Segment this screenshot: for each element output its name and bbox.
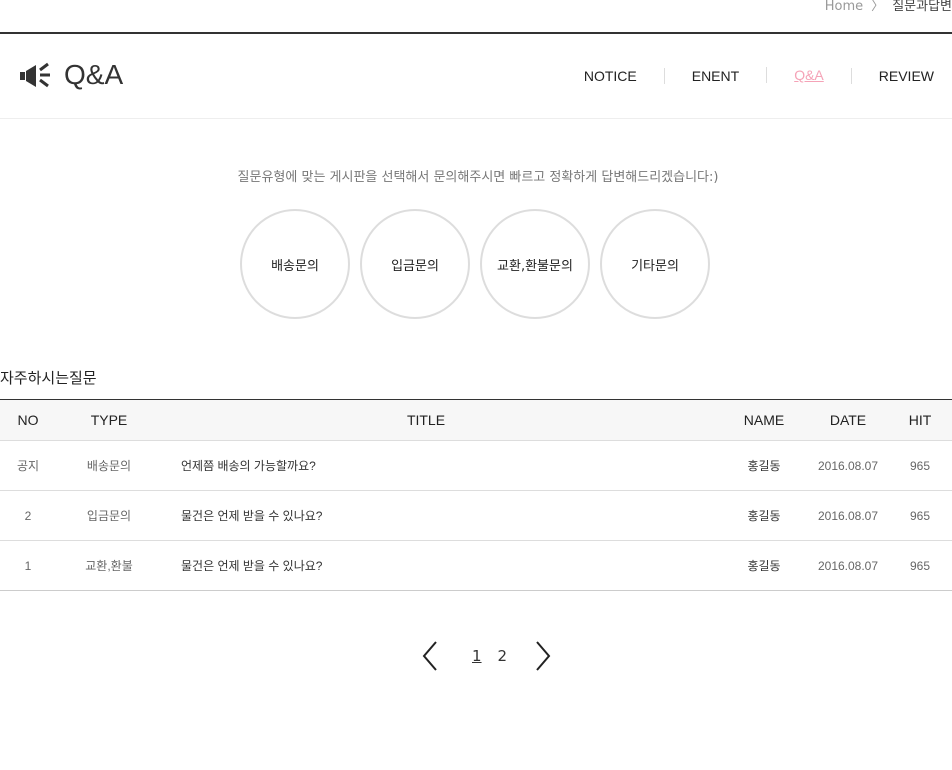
category-deposit-button[interactable]: 입금문의 — [360, 209, 470, 319]
col-hit: HIT — [908, 412, 932, 428]
col-no: NO — [17, 412, 39, 428]
faq-table: NO TYPE TITLE NAME DATE HIT 공지 배송문의 언제쯤 … — [0, 399, 952, 591]
cell-type: 교환,환불 — [85, 559, 133, 573]
cell-name: 홍길동 — [747, 559, 781, 573]
table-row[interactable]: 2 입금문의 물건은 언제 받을 수 있나요? 홍길동 2016.08.07 9… — [0, 490, 952, 541]
cell-type: 배송문의 — [86, 459, 132, 473]
intro-text: 질문유형에 맞는 게시판을 선택해서 문의해주시면 빠르고 정확하게 답변해드리… — [237, 170, 719, 185]
nav-review[interactable]: REVIEW — [850, 68, 934, 84]
chevron-left-icon — [422, 641, 437, 671]
prev-page-button[interactable] — [420, 640, 440, 672]
breadcrumb-home[interactable]: Home — [825, 0, 863, 14]
cell-hit: 965 — [909, 458, 931, 473]
cell-type: 입금문의 — [86, 509, 132, 523]
col-name: NAME — [743, 412, 785, 428]
cell-hit: 965 — [909, 558, 931, 573]
chevron-right-icon — [536, 641, 551, 671]
category-delivery-button[interactable]: 배송문의 — [240, 209, 350, 319]
cell-date: 2016.08.07 — [817, 458, 879, 473]
page-title: Q&A — [64, 59, 124, 90]
page-2[interactable]: 2 — [498, 647, 508, 665]
chevron-right-icon: 〉 — [871, 0, 885, 14]
breadcrumb-current: 질문과답변 — [892, 0, 952, 14]
cell-title[interactable]: 물건은 언제 받을 수 있나요? — [162, 541, 720, 591]
cell-date: 2016.08.07 — [817, 508, 879, 523]
cell-title[interactable]: 물건은 언제 받을 수 있나요? — [162, 491, 720, 541]
pagination: 1 2 — [420, 640, 553, 672]
cell-date: 2016.08.07 — [817, 558, 879, 573]
breadcrumb: Home 〉 질문과답변 — [825, 0, 952, 14]
col-date: DATE — [829, 412, 867, 428]
table-row[interactable]: 공지 배송문의 언제쯤 배송의 가능할까요? 홍길동 2016.08.07 96… — [0, 440, 952, 491]
category-exchange-refund-button[interactable]: 교환,환불문의 — [480, 209, 590, 319]
next-page-button[interactable] — [533, 640, 553, 672]
faq-title: 자주하시는질문 — [0, 369, 97, 387]
cell-hit: 965 — [909, 508, 931, 523]
col-title: TITLE — [406, 412, 446, 428]
col-type: TYPE — [90, 412, 128, 428]
nav-qna[interactable]: Q&A — [766, 67, 851, 83]
cell-name: 홍길동 — [747, 509, 781, 523]
cell-no: 2 — [24, 508, 32, 523]
megaphone-icon — [20, 62, 50, 88]
cell-name: 홍길동 — [747, 459, 781, 473]
table-header: NO TYPE TITLE NAME DATE HIT — [0, 399, 952, 441]
cell-no: 공지 — [16, 459, 40, 473]
cell-title[interactable]: 언제쯤 배송의 가능할까요? — [162, 441, 720, 491]
table-row[interactable]: 1 교환,환불 물건은 언제 받을 수 있나요? 홍길동 2016.08.07 … — [0, 540, 952, 591]
header: Q&A NOTICE ENENT Q&A REVIEW — [0, 34, 952, 119]
board-nav: NOTICE ENENT Q&A REVIEW — [557, 67, 934, 84]
page-1[interactable]: 1 — [472, 647, 482, 665]
page-heading: Q&A — [18, 59, 123, 91]
category-buttons: 배송문의 입금문의 교환,환불문의 기타문의 — [240, 209, 710, 319]
cell-no: 1 — [24, 558, 32, 573]
category-other-button[interactable]: 기타문의 — [600, 209, 710, 319]
nav-event[interactable]: ENENT — [663, 68, 766, 84]
nav-notice[interactable]: NOTICE — [557, 68, 664, 84]
